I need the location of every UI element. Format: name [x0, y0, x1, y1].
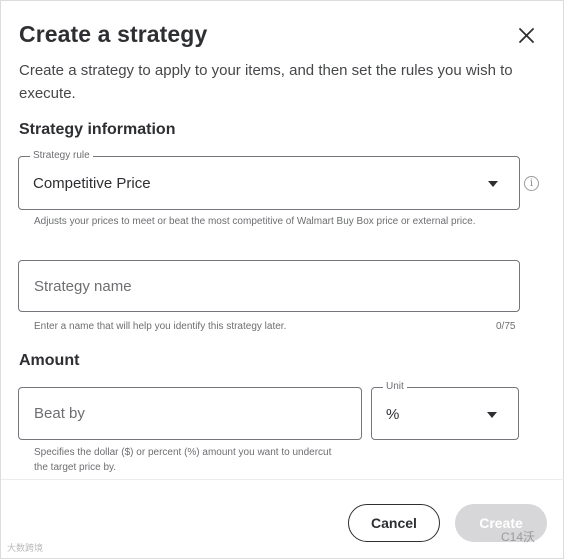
create-strategy-dialog: Create a strategy Create a strategy to a… — [0, 0, 564, 559]
strategy-rule-helper: Adjusts your prices to meet or beat the … — [34, 216, 476, 227]
beat-by-placeholder: Beat by — [34, 405, 85, 422]
info-icon[interactable]: i — [524, 176, 539, 191]
character-counter: 0/75 — [496, 321, 516, 332]
dialog-title: Create a strategy — [19, 21, 208, 47]
chevron-down-icon — [487, 412, 497, 418]
unit-select[interactable]: Unit % — [371, 381, 519, 440]
strategy-name-input[interactable]: Strategy name — [18, 260, 520, 312]
unit-value: % — [386, 406, 400, 423]
dialog-description: Create a strategy to apply to your items… — [19, 62, 513, 102]
footer-divider — [1, 479, 564, 480]
close-button[interactable] — [512, 22, 540, 50]
amount-heading: Amount — [19, 352, 80, 369]
watermark-left: 大数跨境 — [7, 543, 44, 553]
cancel-button[interactable]: Cancel — [348, 504, 440, 542]
chevron-down-icon — [488, 181, 498, 187]
watermark-right: C14沃 — [501, 530, 536, 544]
strategy-rule-label: Strategy rule — [30, 150, 93, 162]
unit-label: Unit — [383, 381, 407, 393]
strategy-rule-select[interactable]: Strategy rule Competitive Price — [18, 150, 520, 210]
strategy-information-heading: Strategy information — [19, 121, 176, 138]
beat-by-input[interactable]: Beat by — [18, 387, 362, 440]
strategy-name-helper: Enter a name that will help you identify… — [34, 321, 287, 332]
strategy-rule-value: Competitive Price — [33, 175, 151, 192]
close-icon — [519, 28, 534, 43]
strategy-name-placeholder: Strategy name — [34, 278, 132, 295]
beat-by-helper: Specifies the dollar ($) or percent (%) … — [34, 447, 332, 473]
